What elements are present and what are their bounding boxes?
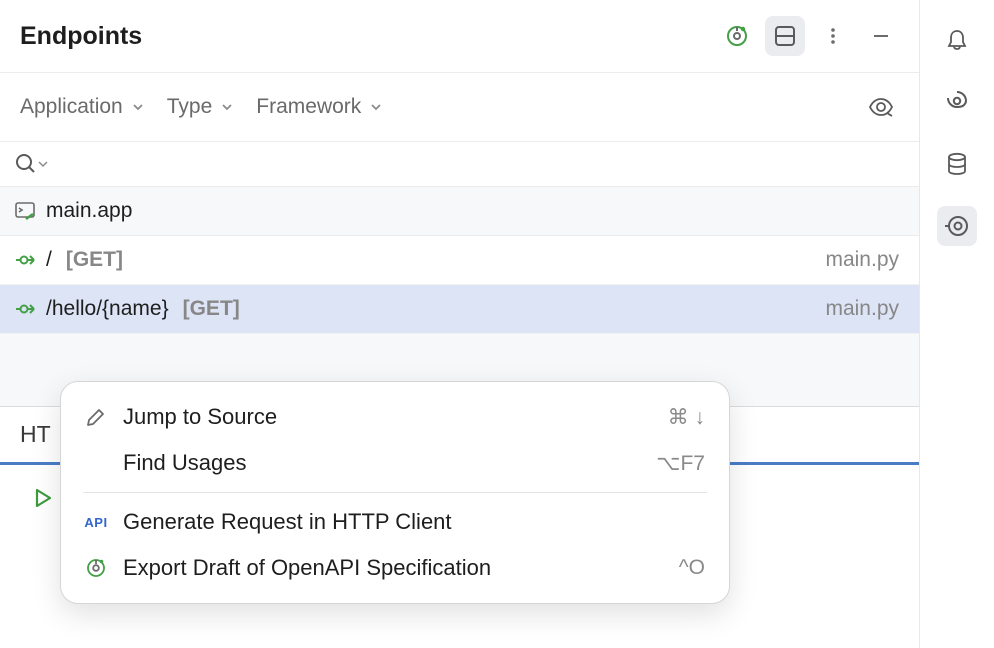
chevron-down-icon	[369, 100, 383, 114]
more-options-button[interactable]	[813, 16, 853, 56]
filter-framework[interactable]: Framework	[256, 95, 383, 119]
search-row	[0, 142, 919, 187]
filters-row: Application Type Framework	[0, 73, 919, 142]
pencil-icon	[83, 406, 109, 428]
menu-item-jump-to-source[interactable]: Jump to Source ⌘ ↓	[61, 394, 729, 440]
api-icon: API	[83, 515, 109, 530]
chevron-down-icon	[220, 100, 234, 114]
openapi-icon	[83, 557, 109, 579]
menu-divider	[83, 492, 707, 493]
filter-type-label: Type	[167, 95, 213, 119]
chevron-down-icon	[38, 159, 48, 169]
menu-item-find-usages[interactable]: Find Usages ⌥F7	[61, 440, 729, 486]
filter-framework-label: Framework	[256, 95, 361, 119]
menu-label: Find Usages	[123, 450, 642, 476]
group-header[interactable]: main.app	[0, 187, 919, 236]
endpoint-path: /	[46, 248, 52, 272]
menu-item-generate-http-request[interactable]: API Generate Request in HTTP Client	[61, 499, 729, 545]
endpoint-method: [GET]	[66, 248, 123, 272]
filter-application-label: Application	[20, 95, 123, 119]
visibility-button[interactable]	[861, 87, 901, 127]
ai-assistant-button[interactable]	[937, 82, 977, 122]
search-input[interactable]	[54, 153, 901, 176]
menu-label: Export Draft of OpenAPI Specification	[123, 555, 665, 581]
endpoint-row[interactable]: /hello/{name} [GET] main.py	[0, 285, 919, 334]
filter-type[interactable]: Type	[167, 95, 235, 119]
panel-title: Endpoints	[20, 22, 717, 51]
menu-shortcut: ⌘ ↓	[668, 405, 705, 430]
menu-shortcut: ^O	[679, 556, 705, 580]
chevron-down-icon	[131, 100, 145, 114]
notifications-button[interactable]	[937, 20, 977, 60]
search-icon	[14, 152, 38, 176]
database-button[interactable]	[937, 144, 977, 184]
panel-header: Endpoints	[0, 0, 919, 73]
right-sidebar	[920, 0, 994, 648]
menu-shortcut: ⌥F7	[656, 451, 705, 476]
menu-label: Generate Request in HTTP Client	[123, 509, 691, 535]
endpoint-icon	[14, 298, 36, 320]
openapi-icon-button[interactable]	[717, 16, 757, 56]
terminal-icon	[14, 200, 36, 222]
layout-toggle-button[interactable]	[765, 16, 805, 56]
menu-label: Jump to Source	[123, 404, 654, 430]
endpoints-button[interactable]	[937, 206, 977, 246]
endpoint-method: [GET]	[183, 297, 240, 321]
endpoint-icon	[14, 249, 36, 271]
group-label: main.app	[46, 199, 132, 223]
endpoint-row[interactable]: / [GET] main.py	[0, 236, 919, 285]
context-menu: Jump to Source ⌘ ↓ Find Usages ⌥F7 API G…	[60, 381, 730, 604]
menu-item-export-openapi[interactable]: Export Draft of OpenAPI Specification ^O	[61, 545, 729, 591]
endpoint-path: /hello/{name}	[46, 297, 169, 321]
minimize-button[interactable]	[861, 16, 901, 56]
filter-application[interactable]: Application	[20, 95, 145, 119]
run-icon[interactable]	[30, 485, 56, 511]
endpoint-file: main.py	[825, 248, 899, 272]
endpoint-file: main.py	[825, 297, 899, 321]
header-actions	[717, 16, 901, 56]
